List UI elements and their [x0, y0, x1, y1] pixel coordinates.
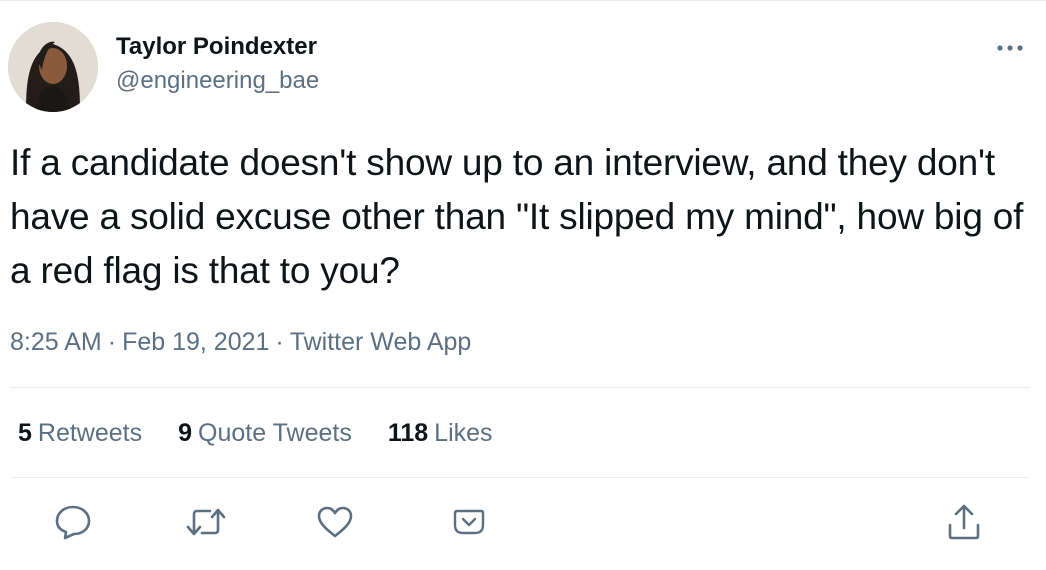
likes-count: 118: [387, 419, 429, 447]
chevron-box-icon: [452, 507, 486, 537]
author-name[interactable]: Taylor Poindexter: [116, 32, 317, 62]
share-button[interactable]: [942, 502, 986, 542]
reply-icon: [54, 504, 92, 540]
more-options-button[interactable]: [990, 38, 1030, 58]
tweet-date[interactable]: Feb 19, 2021: [122, 328, 269, 356]
divider: [10, 387, 1030, 388]
reply-button[interactable]: [51, 502, 95, 542]
author-handle[interactable]: @engineering_bae: [116, 66, 319, 96]
divider: [10, 477, 1030, 478]
more-horizontal-icon: [997, 39, 1023, 57]
likes-label: Likes: [434, 419, 493, 447]
retweets-label: Retweets: [37, 419, 143, 447]
quote-tweets-label: Quote Tweets: [198, 419, 352, 447]
likes-stat[interactable]: 118 Likes: [388, 417, 493, 449]
like-button[interactable]: [313, 502, 357, 542]
meta-separator: ·: [275, 328, 284, 356]
retweets-stat[interactable]: 5 Retweets: [18, 417, 142, 449]
tweet-meta: 8:25 AM · Feb 19, 2021 · Twitter Web App: [10, 326, 471, 358]
avatar[interactable]: [8, 22, 98, 112]
shortcut-button[interactable]: [447, 502, 491, 542]
meta-separator: ·: [107, 328, 117, 356]
retweet-icon: [186, 507, 226, 537]
tweet-source[interactable]: Twitter Web App: [290, 328, 472, 356]
retweet-button[interactable]: [184, 502, 228, 542]
quote-tweets-count: 9: [178, 419, 193, 447]
tweet-time[interactable]: 8:25 AM: [10, 328, 102, 356]
heart-icon: [316, 505, 354, 539]
tweet-stats: 5 Retweets 9 Quote Tweets 118 Likes: [18, 417, 493, 449]
tweet-card: Taylor Poindexter @engineering_bae If a …: [0, 0, 1046, 570]
quote-tweets-stat[interactable]: 9 Quote Tweets: [178, 417, 352, 449]
share-icon: [946, 503, 982, 541]
tweet-text: If a candidate doesn't show up to an int…: [10, 142, 1024, 291]
retweets-count: 5: [18, 419, 32, 447]
